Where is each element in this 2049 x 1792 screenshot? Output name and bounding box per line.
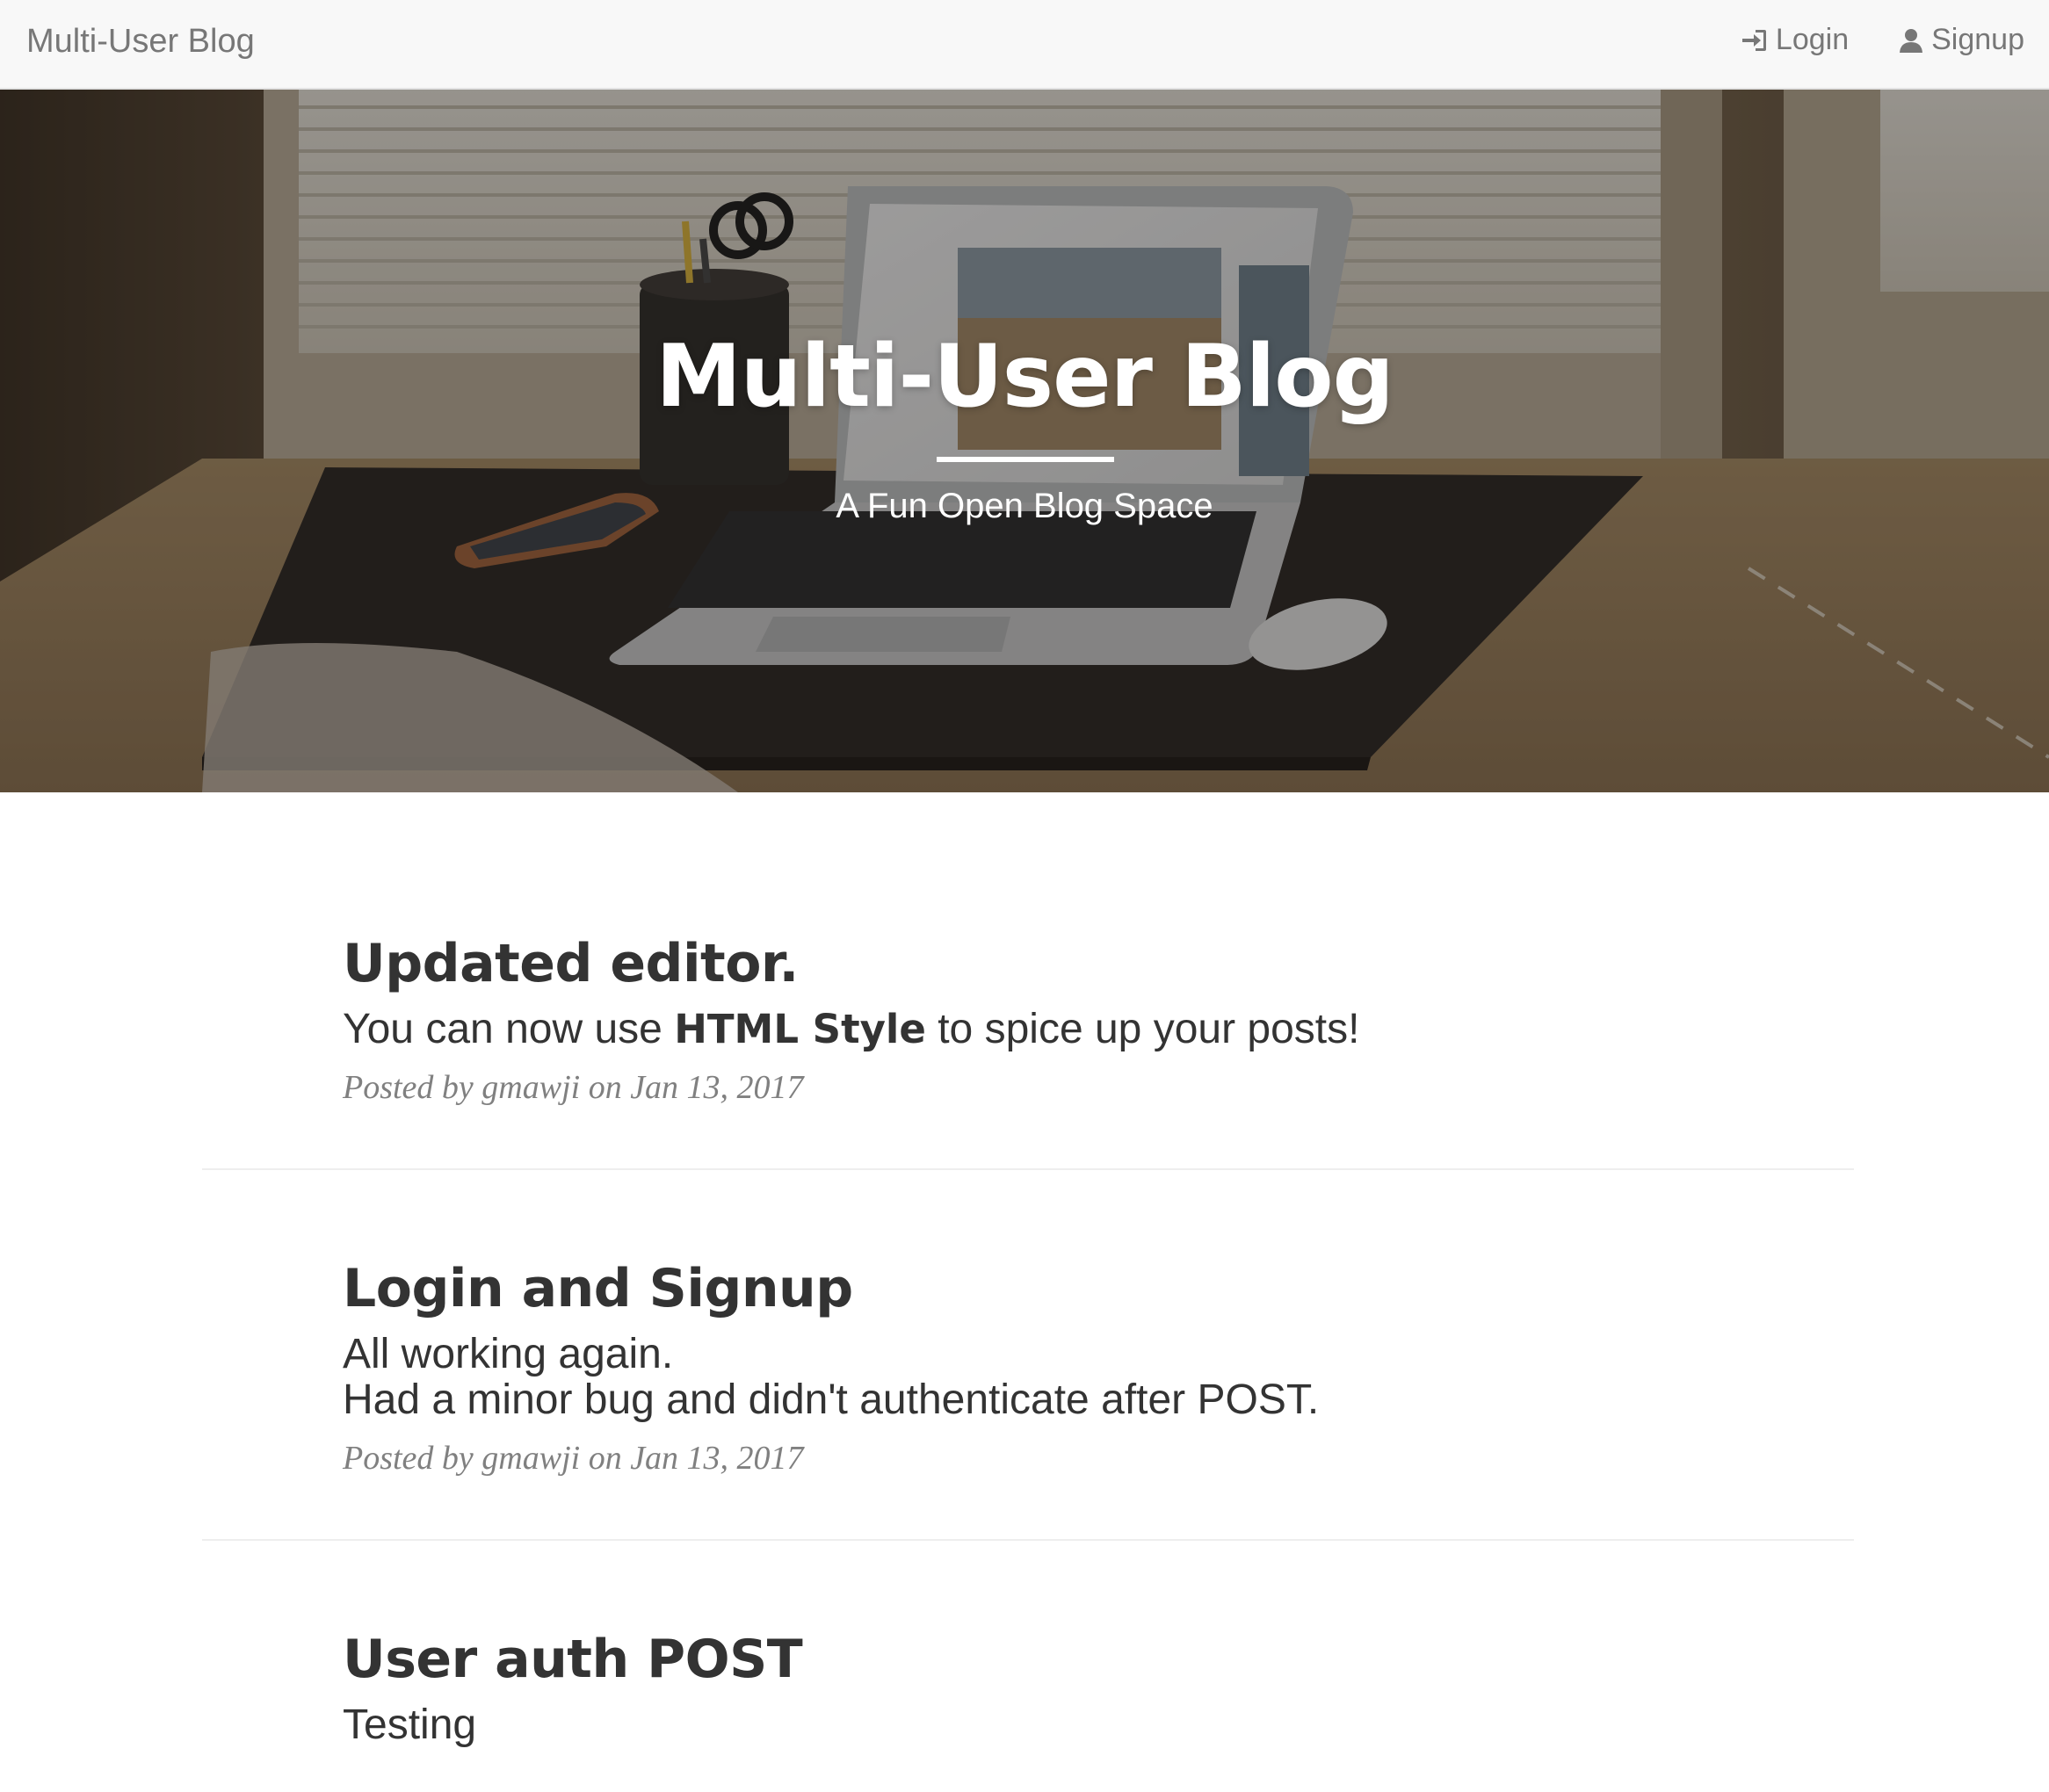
post-excerpt-text: to spice up your posts! xyxy=(925,1006,1360,1052)
post-excerpt: Testing xyxy=(343,1702,1661,1748)
post-meta: Posted by gmawji on Jan 13, 2017 xyxy=(343,1440,804,1477)
top-navbar: Multi-User Blog Login Signup xyxy=(0,0,2049,90)
hero-subtitle: A Fun Open Blog Space xyxy=(836,487,1213,525)
post-title[interactable]: Login and Signup xyxy=(343,1258,1661,1319)
post-divider xyxy=(202,1539,1854,1541)
post-preview[interactable]: Login and Signup All working again. Had … xyxy=(343,1258,1661,1478)
hero-title: Multi-User Blog xyxy=(655,327,1394,427)
post-divider xyxy=(202,1168,1854,1170)
signup-link[interactable]: Signup xyxy=(1898,23,2024,57)
nav-links: Login Signup xyxy=(1739,23,2024,57)
post-excerpt-bold: HTML Style xyxy=(674,1006,926,1052)
login-link[interactable]: Login xyxy=(1739,23,1849,57)
post-excerpt-line: Had a minor bug and didn't authenticate … xyxy=(343,1377,1320,1423)
post-excerpt-line: All working again. xyxy=(343,1331,674,1377)
post-preview[interactable]: User auth POST Testing xyxy=(343,1629,1661,1748)
post-excerpt: You can now use HTML Style to spice up y… xyxy=(343,1007,1661,1052)
post-excerpt-text: You can now use xyxy=(343,1006,675,1052)
post-excerpt: All working again. Had a minor bug and d… xyxy=(343,1332,1661,1423)
hero-divider xyxy=(937,457,1114,462)
sign-in-icon xyxy=(1739,27,1769,54)
login-label: Login xyxy=(1775,23,1850,56)
brand-link[interactable]: Multi-User Blog xyxy=(26,23,255,61)
hero-header: Multi-User Blog A Fun Open Blog Space xyxy=(0,90,2049,792)
post-title[interactable]: Updated editor. xyxy=(343,933,1661,994)
post-meta: Posted by gmawji on Jan 13, 2017 xyxy=(343,1069,804,1106)
post-title[interactable]: User auth POST xyxy=(343,1629,1661,1690)
post-preview[interactable]: Updated editor. You can now use HTML Sty… xyxy=(343,933,1661,1107)
signup-label: Signup xyxy=(1931,23,2024,56)
post-excerpt-line: Testing xyxy=(343,1702,477,1748)
hero-overlay xyxy=(0,90,2049,792)
user-icon xyxy=(1898,27,1924,54)
